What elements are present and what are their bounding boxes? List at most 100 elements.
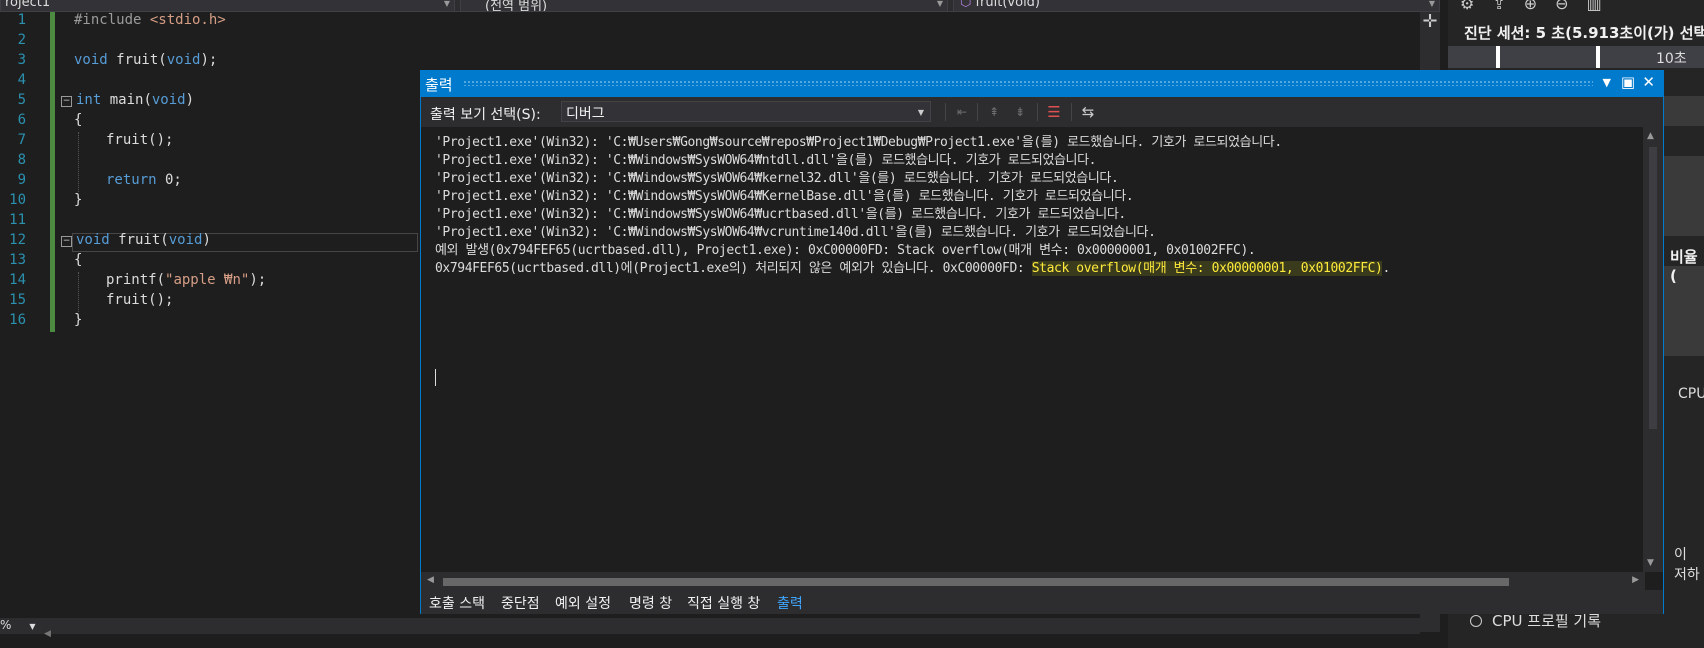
tab-command-window[interactable]: 명령 창 xyxy=(629,593,672,613)
clear-all-icon[interactable]: ☰ xyxy=(1045,103,1063,121)
function-dropdown-value: fruit(void) xyxy=(975,0,1041,10)
scroll-thumb[interactable] xyxy=(1649,147,1657,429)
collapse-icon[interactable]: − xyxy=(61,96,72,107)
output-text: 0x794FEF65(ucrtbased.dll)에(Project1.exe의… xyxy=(435,261,1032,276)
project-dropdown[interactable]: roject1 ▼ xyxy=(0,0,455,12)
scroll-right-icon[interactable]: ▶ xyxy=(1632,575,1639,585)
timeline-marker[interactable] xyxy=(1596,46,1600,68)
string-literal: "apple ₩n" xyxy=(165,272,250,288)
output-line: 'Project1.exe'(Win32): 'C:₩Windows₩SysWO… xyxy=(435,153,1097,168)
code-line: #include <stdio.h> xyxy=(74,12,226,28)
split-plus-icon[interactable]: ✛ xyxy=(1420,12,1440,32)
highlighted-text: Stack overflow(매개 변수: 0x00000001, 0x0100… xyxy=(1031,261,1383,276)
scope-dropdown[interactable]: (전역 범위) ▼ xyxy=(460,0,948,12)
output-line: 'Project1.exe'(Win32): 'C:₩Windows₩SysWO… xyxy=(435,171,1119,186)
code-line: fruit(); xyxy=(106,292,174,308)
next-message-icon[interactable]: ⇟ xyxy=(1011,103,1029,121)
editor-horizontal-scrollbar[interactable]: ◀ xyxy=(44,621,1420,639)
indent-guide xyxy=(78,132,79,192)
output-title-bar[interactable]: 출력 ▼ ▣ ✕ xyxy=(421,71,1663,97)
chevron-down-icon: ▼ xyxy=(917,108,924,117)
code-text: fruit( xyxy=(109,232,169,248)
timeline-ruler[interactable]: 10초 xyxy=(1448,46,1704,68)
code-line: { xyxy=(74,252,83,268)
maximize-icon[interactable]: ▣ xyxy=(1621,73,1635,91)
zoom-dropdown[interactable]: % ▼ xyxy=(0,618,36,632)
timeline-marker[interactable] xyxy=(1496,46,1500,68)
keyword: int xyxy=(76,92,102,108)
close-icon[interactable]: ✕ xyxy=(1642,73,1655,91)
code-line: return 0; xyxy=(106,172,182,188)
keyword: return xyxy=(106,172,157,188)
output-toolbar: 출력 보기 선택(S): 디버그 ▼ ⇤ ⇞ ⇟ ☰ ⇆ xyxy=(421,97,1663,127)
window-menu-icon[interactable]: ▼ xyxy=(1603,76,1611,89)
editor-status-strip: % ▼ ◀ xyxy=(0,618,1420,639)
line-number: 8 xyxy=(17,152,26,168)
output-source-dropdown[interactable]: 디버그 ▼ xyxy=(561,101,931,122)
output-text: . xyxy=(1382,261,1390,276)
zoom-in-icon[interactable]: ⊕ xyxy=(1524,0,1555,13)
collapse-icon[interactable]: − xyxy=(61,236,72,247)
scroll-up-icon[interactable]: ▲ xyxy=(1647,131,1654,141)
settings-icon[interactable]: ⚙ xyxy=(1460,0,1492,13)
output-line: 0x794FEF65(ucrtbased.dll)에(Project1.exe의… xyxy=(435,257,1390,276)
code-text: ); xyxy=(249,272,267,288)
diagnostic-session-label: 진단 세션: 5 초(5.913초이(가) 선택 xyxy=(1464,24,1704,42)
line-number: 5 xyxy=(17,92,26,108)
ratio-label: 비율( xyxy=(1670,248,1698,285)
chevron-down-icon: ▼ xyxy=(1428,0,1435,8)
graph-area xyxy=(1664,156,1704,236)
line-number: 7 xyxy=(17,132,26,148)
graph-area xyxy=(1664,96,1704,126)
output-line: 'Project1.exe'(Win32): 'C:₩Windows₩SysWO… xyxy=(435,189,1134,204)
code-line: fruit(); xyxy=(106,132,174,148)
line-number: 10 xyxy=(9,192,26,208)
keyword: void xyxy=(166,52,201,68)
chart-icon[interactable]: ▥ xyxy=(1587,0,1620,13)
diagnostic-toolbar: ⚙⇪⊕⊖▥ xyxy=(1460,0,1620,13)
line-number: 3 xyxy=(17,52,26,68)
radio-icon[interactable] xyxy=(1470,615,1482,627)
output-text-area[interactable]: 'Project1.exe'(Win32): 'C:₩Users₩Gong₩so… xyxy=(435,131,1635,531)
export-icon[interactable]: ⇪ xyxy=(1492,0,1523,13)
line-number: 4 xyxy=(17,72,26,88)
code-line: } xyxy=(74,312,83,328)
scroll-left-icon[interactable]: ◀ xyxy=(44,629,51,639)
cpu-profiling-label: CPU 프로필 기록 xyxy=(1492,612,1602,630)
output-line: 예외 발생(0x794FEF65(ucrtbased.dll), Project… xyxy=(435,243,1256,258)
output-line: 'Project1.exe'(Win32): 'C:₩Windows₩SysWO… xyxy=(435,225,1156,240)
line-number: 2 xyxy=(17,32,26,48)
indent-guide xyxy=(78,272,79,312)
keyword: void xyxy=(151,92,186,108)
previous-message-icon[interactable]: ⇞ xyxy=(985,103,1003,121)
toolbar-separator xyxy=(1037,103,1038,121)
toolbar-separator xyxy=(1071,103,1072,121)
output-line: 'Project1.exe'(Win32): 'C:₩Windows₩SysWO… xyxy=(435,207,1126,222)
go-to-message-icon[interactable]: ⇤ xyxy=(953,103,971,121)
drag-grip[interactable] xyxy=(463,80,1593,86)
code-line: void fruit(void); xyxy=(74,52,217,68)
output-vertical-scrollbar[interactable]: ▲ ▼ xyxy=(1643,127,1663,572)
tab-call-stack[interactable]: 호출 스택 xyxy=(429,593,485,613)
scroll-thumb[interactable] xyxy=(443,578,1509,586)
line-number: 11 xyxy=(9,212,26,228)
code-text: ) xyxy=(185,92,195,108)
zoom-out-icon[interactable]: ⊖ xyxy=(1555,0,1586,13)
line-number: 14 xyxy=(9,272,26,288)
word-wrap-icon[interactable]: ⇆ xyxy=(1079,103,1097,121)
output-horizontal-scrollbar[interactable]: ◀ ▶ xyxy=(421,572,1645,590)
keyword: void xyxy=(74,52,108,68)
code-line: int main(void) xyxy=(76,92,194,108)
function-dropdown[interactable]: ⬡ fruit(void) ▼ xyxy=(953,0,1440,12)
scroll-left-icon[interactable]: ◀ xyxy=(427,575,434,585)
code-line: printf("apple ₩n"); xyxy=(106,272,266,288)
scroll-down-icon[interactable]: ▼ xyxy=(1647,558,1654,568)
tab-output[interactable]: 출력 xyxy=(777,593,803,613)
tab-immediate-window[interactable]: 직접 실행 창 xyxy=(687,593,760,613)
tab-breakpoints[interactable]: 중단점 xyxy=(501,593,540,613)
text-caret xyxy=(435,369,436,386)
function-icon: ⬡ xyxy=(960,0,976,10)
code-text: main( xyxy=(101,92,152,108)
tab-exception-settings[interactable]: 예외 설정 xyxy=(555,593,611,613)
output-title: 출력 xyxy=(425,76,453,94)
